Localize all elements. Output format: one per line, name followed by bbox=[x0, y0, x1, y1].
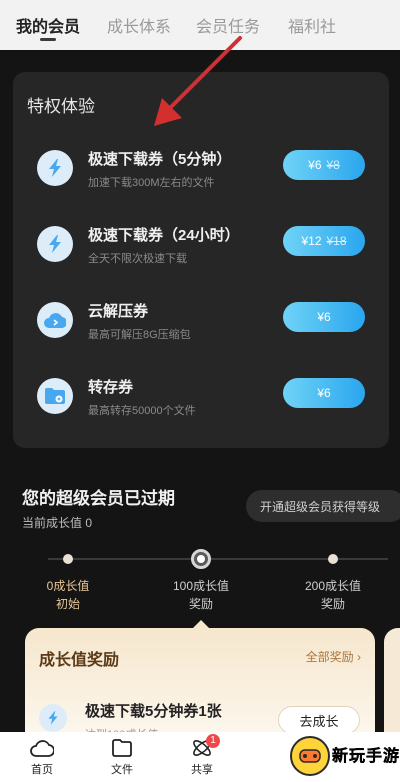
nav-home[interactable]: 首页 bbox=[20, 738, 64, 777]
cloud-unzip-icon bbox=[37, 302, 73, 338]
membership-expired-title: 您的超级会员已过期 bbox=[22, 489, 175, 508]
privilege-title: 特权体验 bbox=[27, 97, 95, 116]
progress-sub: 初始 bbox=[55, 597, 80, 611]
progress-label: 0成长值 bbox=[46, 579, 90, 593]
privilege-item-name: 云解压券 bbox=[88, 303, 149, 320]
price: ¥6 bbox=[308, 158, 322, 172]
tab-my-membership[interactable]: 我的会员 bbox=[16, 13, 80, 37]
nav-files[interactable]: 文件 bbox=[100, 738, 144, 777]
lightning-icon bbox=[39, 704, 67, 732]
privilege-item-name: 极速下载券（5分钟） bbox=[88, 151, 232, 168]
privilege-item-desc: 最高转存50000个文件 bbox=[88, 405, 196, 417]
progress-node-0 bbox=[63, 554, 73, 564]
privilege-item: 极速下载券（5分钟） 加速下载300M左右的文件 ¥6 ¥8 bbox=[13, 148, 389, 208]
watermark-text: 新玩手游 bbox=[332, 748, 400, 765]
progress-label: 200成长值 bbox=[304, 579, 362, 593]
nav-share[interactable]: 1 共享 bbox=[180, 734, 224, 777]
active-tab-indicator bbox=[40, 38, 56, 41]
open-super-member-button[interactable]: 开通超级会员获得等级 bbox=[246, 490, 400, 522]
rewards-pointer bbox=[193, 620, 209, 628]
privilege-item-desc: 全天不限次极速下载 bbox=[88, 253, 187, 265]
rewards-title: 成长值奖励 bbox=[39, 652, 120, 669]
red-arrow-annotation bbox=[154, 36, 242, 126]
privilege-item: 云解压券 最高可解压8G压缩包 ¥6 bbox=[13, 300, 389, 360]
price: ¥6 bbox=[317, 310, 331, 324]
tab-welfare[interactable]: 福利社 bbox=[288, 13, 336, 37]
progress-sub: 奖励 bbox=[188, 597, 213, 611]
lightning-icon bbox=[37, 150, 73, 186]
privilege-item: 转存券 最高转存50000个文件 ¥6 bbox=[13, 376, 389, 436]
go-grow-button[interactable]: 去成长 bbox=[278, 706, 360, 734]
current-growth-value: 当前成长值 0 bbox=[22, 516, 93, 530]
all-rewards-link[interactable]: 全部奖励 › bbox=[306, 648, 361, 665]
nav-files-label: 文件 bbox=[111, 764, 133, 776]
buy-button[interactable]: ¥6 ¥8 bbox=[283, 150, 365, 180]
privilege-item: 极速下载券（24小时） 全天不限次极速下载 ¥12 ¥18 bbox=[13, 224, 389, 284]
buy-button[interactable]: ¥6 bbox=[283, 378, 365, 408]
price: ¥6 bbox=[317, 386, 331, 400]
old-price: ¥18 bbox=[326, 234, 347, 248]
progress-label: 100成长值 bbox=[172, 579, 230, 593]
buy-button[interactable]: ¥6 bbox=[283, 302, 365, 332]
watermark-logo: 新玩手游 bbox=[290, 736, 400, 782]
privilege-item-desc: 加速下载300M左右的文件 bbox=[88, 177, 215, 189]
nav-home-label: 首页 bbox=[31, 764, 53, 776]
nav-share-label: 共享 bbox=[191, 764, 213, 776]
buy-button[interactable]: ¥12 ¥18 bbox=[283, 226, 365, 256]
folder-icon bbox=[112, 739, 132, 757]
price: ¥12 bbox=[301, 234, 322, 248]
folder-transfer-icon bbox=[37, 378, 73, 414]
privilege-item-name: 极速下载券（24小时） bbox=[88, 227, 240, 244]
progress-sub: 奖励 bbox=[320, 597, 345, 611]
old-price: ¥8 bbox=[326, 158, 340, 172]
share-badge: 1 bbox=[206, 734, 220, 748]
lightning-icon bbox=[37, 226, 73, 262]
progress-node-current[interactable] bbox=[191, 549, 211, 569]
cloud-home-icon bbox=[30, 740, 54, 757]
progress-node-200 bbox=[328, 554, 338, 564]
privilege-item-desc: 最高可解压8G压缩包 bbox=[88, 329, 191, 341]
reward-item-name: 极速下载5分钟券1张 bbox=[85, 703, 222, 720]
privilege-item-name: 转存券 bbox=[88, 379, 134, 396]
watermark-mascot-icon bbox=[290, 736, 330, 776]
